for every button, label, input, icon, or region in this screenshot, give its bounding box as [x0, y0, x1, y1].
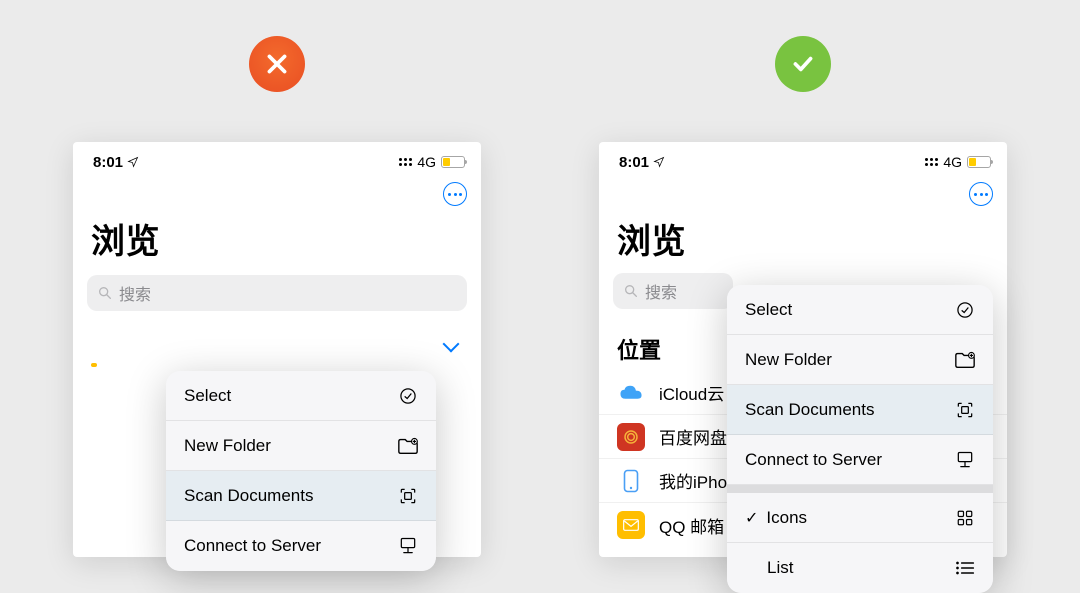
search-icon [97, 285, 113, 301]
location-arrow-icon [127, 156, 139, 168]
status-bar: 8:01 4G [73, 142, 481, 182]
locations-header[interactable]: . [73, 327, 481, 363]
scan-icon [954, 399, 976, 421]
battery-icon [967, 156, 991, 168]
checkmark-icon: ✓ [745, 508, 758, 528]
chevron-down-icon [443, 336, 460, 353]
signal-dots-icon [399, 158, 412, 166]
battery-icon [441, 156, 465, 168]
iphone-icon [617, 467, 645, 495]
menu-view-icons[interactable]: ✓Icons [727, 493, 993, 543]
page-title: 浏览 [73, 214, 481, 275]
menu-new-folder[interactable]: New Folder [166, 421, 436, 471]
status-time: 8:01 [619, 154, 649, 171]
folder-plus-icon [954, 349, 976, 371]
location-label: 百度网盘 [659, 424, 727, 449]
server-icon [954, 449, 976, 471]
server-icon [397, 535, 419, 557]
list-icon [954, 557, 976, 579]
status-network: 4G [943, 154, 962, 170]
close-icon [264, 51, 290, 77]
menu-new-folder[interactable]: New Folder [727, 335, 993, 385]
menu-connect-server[interactable]: Connect to Server [166, 521, 436, 571]
search-icon [623, 283, 639, 299]
menu-scan-documents[interactable]: Scan Documents [727, 385, 993, 435]
good-example-badge [775, 36, 831, 92]
page-title: 浏览 [599, 214, 1007, 273]
location-label: iCloud云 [659, 380, 724, 405]
select-icon [954, 299, 976, 321]
menu-select[interactable]: Select [727, 285, 993, 335]
search-placeholder: 搜索 [645, 279, 677, 303]
folder-plus-icon [397, 435, 419, 457]
qq-mail-icon [617, 511, 645, 539]
location-label: QQ 邮箱 [659, 513, 724, 538]
cloud-icon [617, 379, 645, 407]
status-bar: 8:01 4G [599, 142, 1007, 182]
context-menu: Select New Folder Scan Documents Connect… [166, 371, 436, 571]
search-placeholder: 搜索 [119, 281, 151, 305]
menu-scan-documents[interactable]: Scan Documents [166, 471, 436, 521]
location-arrow-icon [653, 156, 665, 168]
search-input[interactable]: 搜索 [87, 275, 467, 311]
context-menu: Select New Folder Scan Documents Connect… [727, 285, 993, 593]
menu-select[interactable]: Select [166, 371, 436, 421]
scan-icon [397, 485, 419, 507]
more-button[interactable] [969, 182, 993, 206]
check-icon [790, 51, 816, 77]
grid-icon [954, 507, 976, 529]
select-icon [397, 385, 419, 407]
status-time: 8:01 [93, 154, 123, 171]
bad-example-badge [249, 36, 305, 92]
menu-connect-server[interactable]: Connect to Server [727, 435, 993, 485]
signal-dots-icon [925, 158, 938, 166]
search-input[interactable]: 搜索 [613, 273, 733, 309]
more-button[interactable] [443, 182, 467, 206]
menu-view-list[interactable]: List [727, 543, 993, 593]
status-network: 4G [417, 154, 436, 170]
baidu-icon [617, 423, 645, 451]
